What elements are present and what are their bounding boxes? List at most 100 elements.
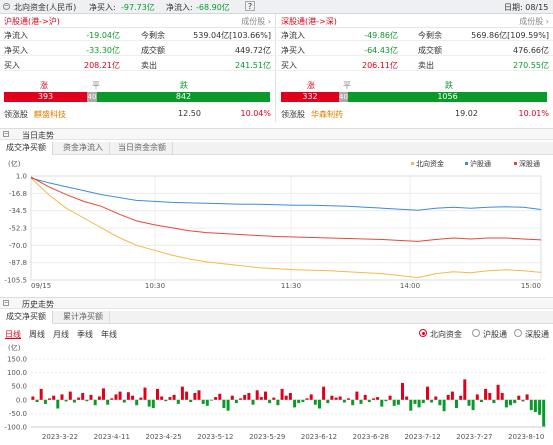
sh-flat-bar: 40: [87, 92, 97, 102]
period-daily[interactable]: 日线: [5, 329, 21, 340]
bar: [93, 399, 97, 406]
tab-net-buy-history[interactable]: 成交净买额: [0, 311, 53, 324]
tab-net-inflow[interactable]: 资金净流入: [57, 142, 110, 155]
sz-leader-stock[interactable]: 华森制药: [311, 109, 343, 120]
sz-title[interactable]: 深股通(港->深): [281, 16, 337, 27]
y-tick-label: -87.8: [9, 259, 27, 267]
bar: [164, 399, 168, 402]
y-tick-label: 0.0: [16, 396, 27, 404]
bar: [52, 395, 56, 400]
x-tick-label: 2023-8-10: [508, 433, 544, 441]
radio-sz[interactable]: [514, 329, 522, 337]
y-tick-label: 150.0: [7, 356, 27, 364]
bar: [342, 399, 346, 403]
bar: [409, 399, 413, 411]
help-button[interactable]: ?: [245, 1, 255, 11]
bar: [39, 388, 43, 400]
sh-sell-value: 241.51亿: [235, 61, 271, 70]
bar: [492, 399, 496, 404]
tab-net-buy[interactable]: 成交净买额: [0, 142, 53, 155]
bar: [529, 399, 533, 411]
x-tick-label: 2023-7-12: [404, 433, 440, 441]
history-title: 历史走势: [22, 300, 54, 309]
radio-north-label[interactable]: 北向资金: [430, 329, 462, 340]
bar: [102, 388, 105, 400]
y-tick-label: -52.3: [9, 225, 27, 233]
x-tick-label: 2023-3-22: [42, 433, 78, 441]
sz-netbuy-value: -64.43亿: [364, 46, 398, 55]
bar: [31, 396, 35, 400]
sh-title[interactable]: 沪股通(港->沪): [4, 16, 60, 27]
bar: [426, 386, 429, 400]
period-monthly[interactable]: 月线: [53, 329, 69, 340]
bar: [471, 399, 475, 411]
bar: [463, 379, 467, 400]
period-yearly[interactable]: 年线: [101, 329, 117, 340]
bar: [517, 395, 521, 400]
y-tick-label: -70.0: [9, 242, 27, 250]
bar: [459, 395, 463, 400]
bar: [384, 399, 388, 402]
bar: [276, 399, 280, 406]
radio-sh-label[interactable]: 沪股通: [483, 329, 507, 340]
bar: [288, 393, 292, 400]
bar: [243, 394, 247, 400]
bar: [197, 390, 201, 400]
sh-netbuy-value: -33.30亿: [86, 46, 120, 55]
radio-sh[interactable]: [472, 329, 480, 337]
label: 卖出: [141, 61, 157, 70]
bar: [56, 399, 60, 409]
x-tick-label: 2023-6-28: [353, 433, 389, 441]
x-tick-label: 10:30: [145, 282, 165, 290]
bar: [351, 399, 355, 406]
sh-leader-stock[interactable]: 麒盛科技: [34, 109, 66, 120]
sz-up-bar: 332: [281, 92, 339, 102]
bar: [450, 391, 454, 400]
legend-swatch: [465, 162, 468, 165]
bar: [334, 397, 338, 400]
bar: [110, 398, 114, 400]
bar: [118, 391, 122, 400]
sz-leader-pct: 10.01%: [518, 109, 549, 118]
bar: [77, 397, 81, 400]
collapse-icon[interactable]: −: [3, 131, 9, 137]
radio-sz-label[interactable]: 深股通: [525, 329, 549, 340]
bar: [488, 393, 492, 400]
bar: [247, 393, 251, 400]
bar: [318, 399, 321, 409]
period-quarterly[interactable]: 季线: [77, 329, 93, 340]
bar: [89, 394, 93, 400]
today-title: 当日走势: [22, 131, 54, 140]
bar: [222, 399, 226, 408]
tab-balance[interactable]: 当日资金余额: [112, 142, 173, 155]
bar: [268, 399, 272, 404]
bar: [430, 399, 434, 403]
collapse-icon[interactable]: −: [3, 3, 10, 10]
x-tick-label: 15:00: [521, 282, 541, 290]
bar: [272, 397, 276, 400]
sh-volume-value: 449.72亿: [235, 46, 271, 55]
series-line-1: [30, 177, 542, 211]
sh-remain-value: 539.04亿[103.66%]: [193, 31, 271, 40]
radio-north[interactable]: [419, 329, 427, 337]
bar: [309, 394, 313, 400]
y-tick-label: -105.5: [4, 277, 27, 285]
bar: [484, 388, 488, 400]
bar: [35, 399, 39, 402]
north-netin-value: -68.90亿: [196, 3, 230, 12]
collapse-icon[interactable]: −: [3, 300, 9, 306]
period-weekly[interactable]: 周线: [29, 329, 45, 340]
tab-cumulative[interactable]: 累计净买额: [57, 311, 110, 324]
bar: [496, 384, 500, 400]
label: 今剩余: [418, 31, 442, 40]
bar: [542, 399, 546, 427]
sh-buy-value: 208.21亿: [84, 61, 120, 70]
bar: [234, 399, 238, 404]
sh-constituents-link[interactable]: 成份股 ›: [241, 16, 271, 27]
label: 净流入: [281, 31, 305, 40]
history-controls: 日线 周线 月线 季线 年线 北向资金 沪股通 深股通: [0, 326, 553, 340]
bar: [434, 396, 438, 400]
sz-constituents-link[interactable]: 成份股 ›: [519, 16, 549, 27]
bar: [442, 399, 446, 412]
bar: [401, 382, 404, 400]
